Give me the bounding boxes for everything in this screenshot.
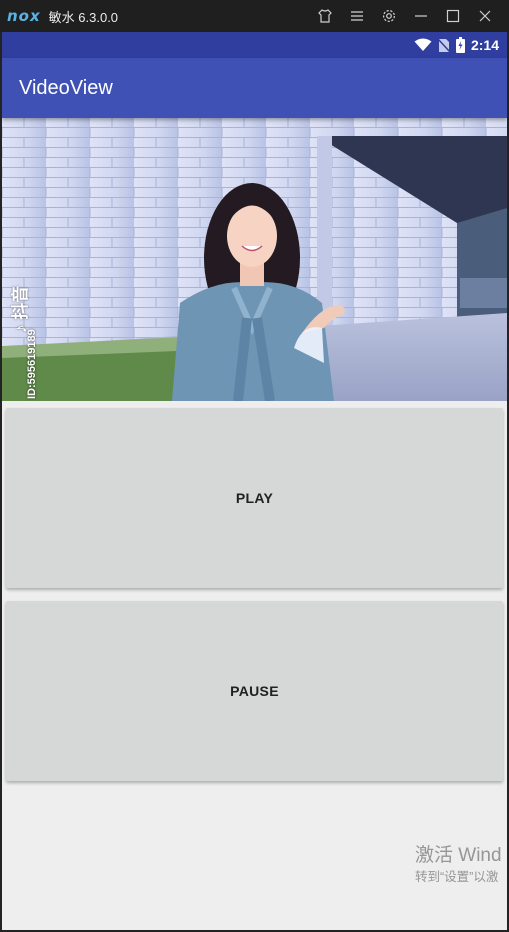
douyin-watermark-id: ID:595619189 [26,329,38,399]
app-title: VideoView [19,76,113,99]
close-icon[interactable] [469,0,501,32]
video-frame [2,118,507,401]
status-time: 2:14 [470,37,499,53]
app-bar: VideoView [2,58,507,118]
emulator-titlebar: nox 敏水 6.3.0.0 [0,0,509,32]
minimize-icon[interactable] [405,0,437,32]
wifi-icon [414,38,432,52]
shirt-icon[interactable] [309,0,341,32]
maximize-icon[interactable] [437,0,469,32]
video-view[interactable]: ♪ 抖音 ID:595619189 [2,118,507,401]
windows-activation-watermark: 激活 Wind 转到“设置”以激 [415,844,502,886]
emulator-controls [309,0,501,32]
menu-icon[interactable] [341,0,373,32]
activation-subtitle: 转到“设置”以激 [415,870,499,884]
play-button[interactable]: PLAY [6,408,503,588]
emulator-window: nox 敏水 6.3.0.0 2:14 VideoView ♪ 抖音 ID:59… [0,0,509,932]
pause-button[interactable]: PAUSE [6,601,503,781]
emulator-title: 敏水 6.3.0.0 [48,9,119,25]
battery-icon [455,37,465,53]
phone-screen: 2:14 VideoView ♪ 抖音 ID:595619189 PLAY PA… [2,32,507,930]
no-sim-icon [437,37,450,53]
nox-logo: nox [7,7,41,25]
activation-title: 激活 Wind [415,845,502,866]
douyin-watermark-logo: ♪ 抖音 [11,285,30,333]
gear-icon[interactable] [373,0,405,32]
status-bar: 2:14 [2,32,507,58]
